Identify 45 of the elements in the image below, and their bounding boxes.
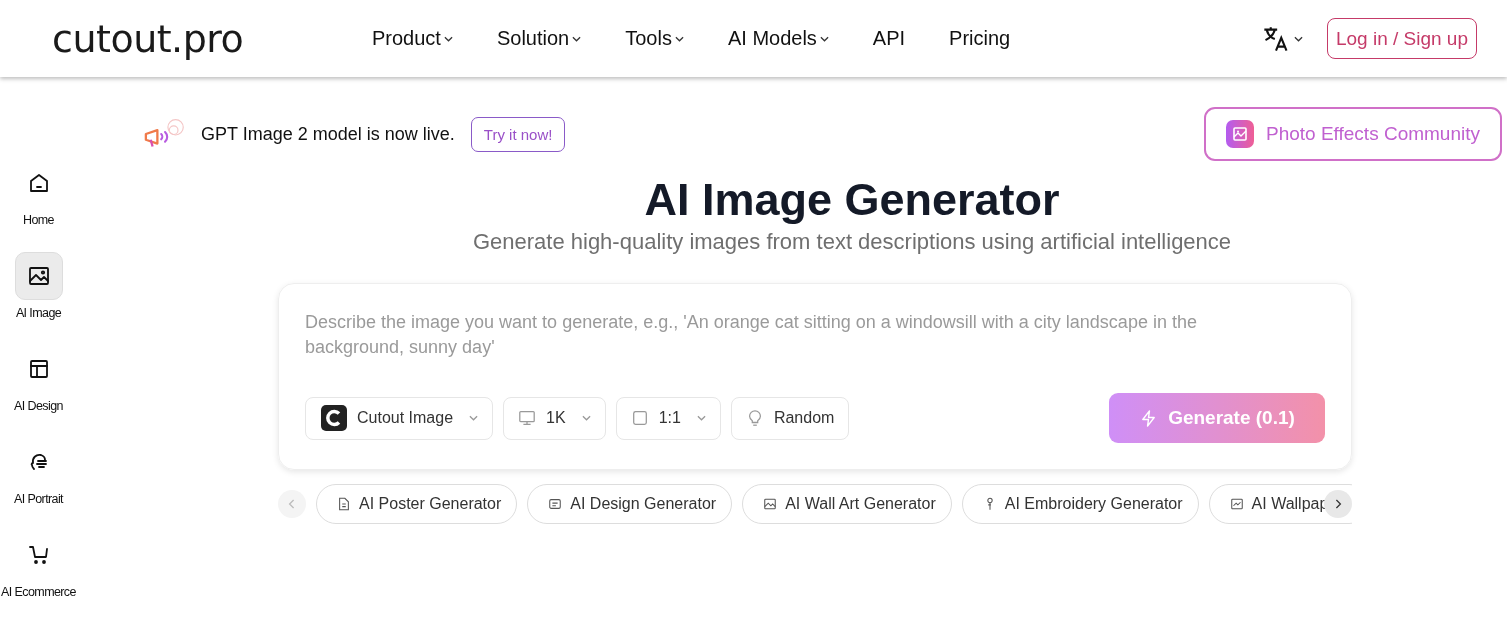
tool-chip[interactable]: AI Poster Generator [316,484,518,524]
option-dropdown[interactable]: 1:1 [615,396,721,440]
logo[interactable]: cutout.pro [52,16,320,61]
sidebar-item[interactable]: AI Ecommerce [0,531,77,624]
sidebar-item[interactable]: AI Portrait [0,438,77,531]
image-icon [1225,120,1254,148]
tool-chip[interactable]: AI Wall Art Generator [742,484,952,524]
nav-link[interactable]: API [872,27,906,50]
prompt-box[interactable]: Describe the image you want to generate, e.g., 'An orange cat sitting on a windowsill with a city landscape in the background, sunny day' Cutout Image 1K 1:1 Random Generate (0.1) [278,283,1352,470]
option-dropdown[interactable]: 1K [503,396,606,440]
image-icon [26,264,51,288]
chevron-down-icon [1293,35,1303,42]
nav-link[interactable]: Solution [496,27,582,50]
sidebar-item[interactable]: Home [0,159,77,252]
tool-chip[interactable]: AI Design Generator [527,484,733,524]
image-icon [763,497,778,511]
nav-link[interactable]: Product [372,27,453,50]
card-icon [548,497,563,511]
sidebar-item[interactable]: AI Design [0,345,77,438]
random-button[interactable]: Random [730,396,850,440]
login-button[interactable]: Log in / Sign up [1326,18,1477,59]
announcement-text: GPT Image 2 model is now live. [201,123,455,145]
model-logo-icon [321,405,347,431]
chevron-left-icon [288,498,296,510]
nav-link[interactable]: Pricing [949,27,1011,50]
page-title: AI Image Generator [643,173,1061,227]
tool-chip[interactable]: AI Embroidery Generator [961,484,1199,524]
option-dropdown[interactable]: Cutout Image [305,396,494,440]
document-icon [337,497,351,511]
sidebar-item[interactable]: AI Image [0,252,77,345]
cart-icon [26,543,51,567]
nav-link[interactable]: Tools [625,27,684,50]
language-selector[interactable] [1261,24,1303,53]
chart-icon [1229,497,1244,511]
chevron-down-icon [696,415,706,421]
chevron-right-icon [1334,498,1342,510]
translate-icon [1261,24,1290,53]
try-now-button[interactable]: Try it now! [470,116,566,152]
chevron-down-icon [469,415,479,421]
page-subtitle: Generate high-quality images from text descriptions using artificial intelligence [471,229,1233,255]
community-button[interactable]: Photo Effects Community [1203,107,1502,161]
monitor-icon [518,409,537,427]
chevron-down-icon [581,415,591,421]
square-icon [630,409,649,427]
nav-link[interactable]: AI Models [727,27,829,50]
